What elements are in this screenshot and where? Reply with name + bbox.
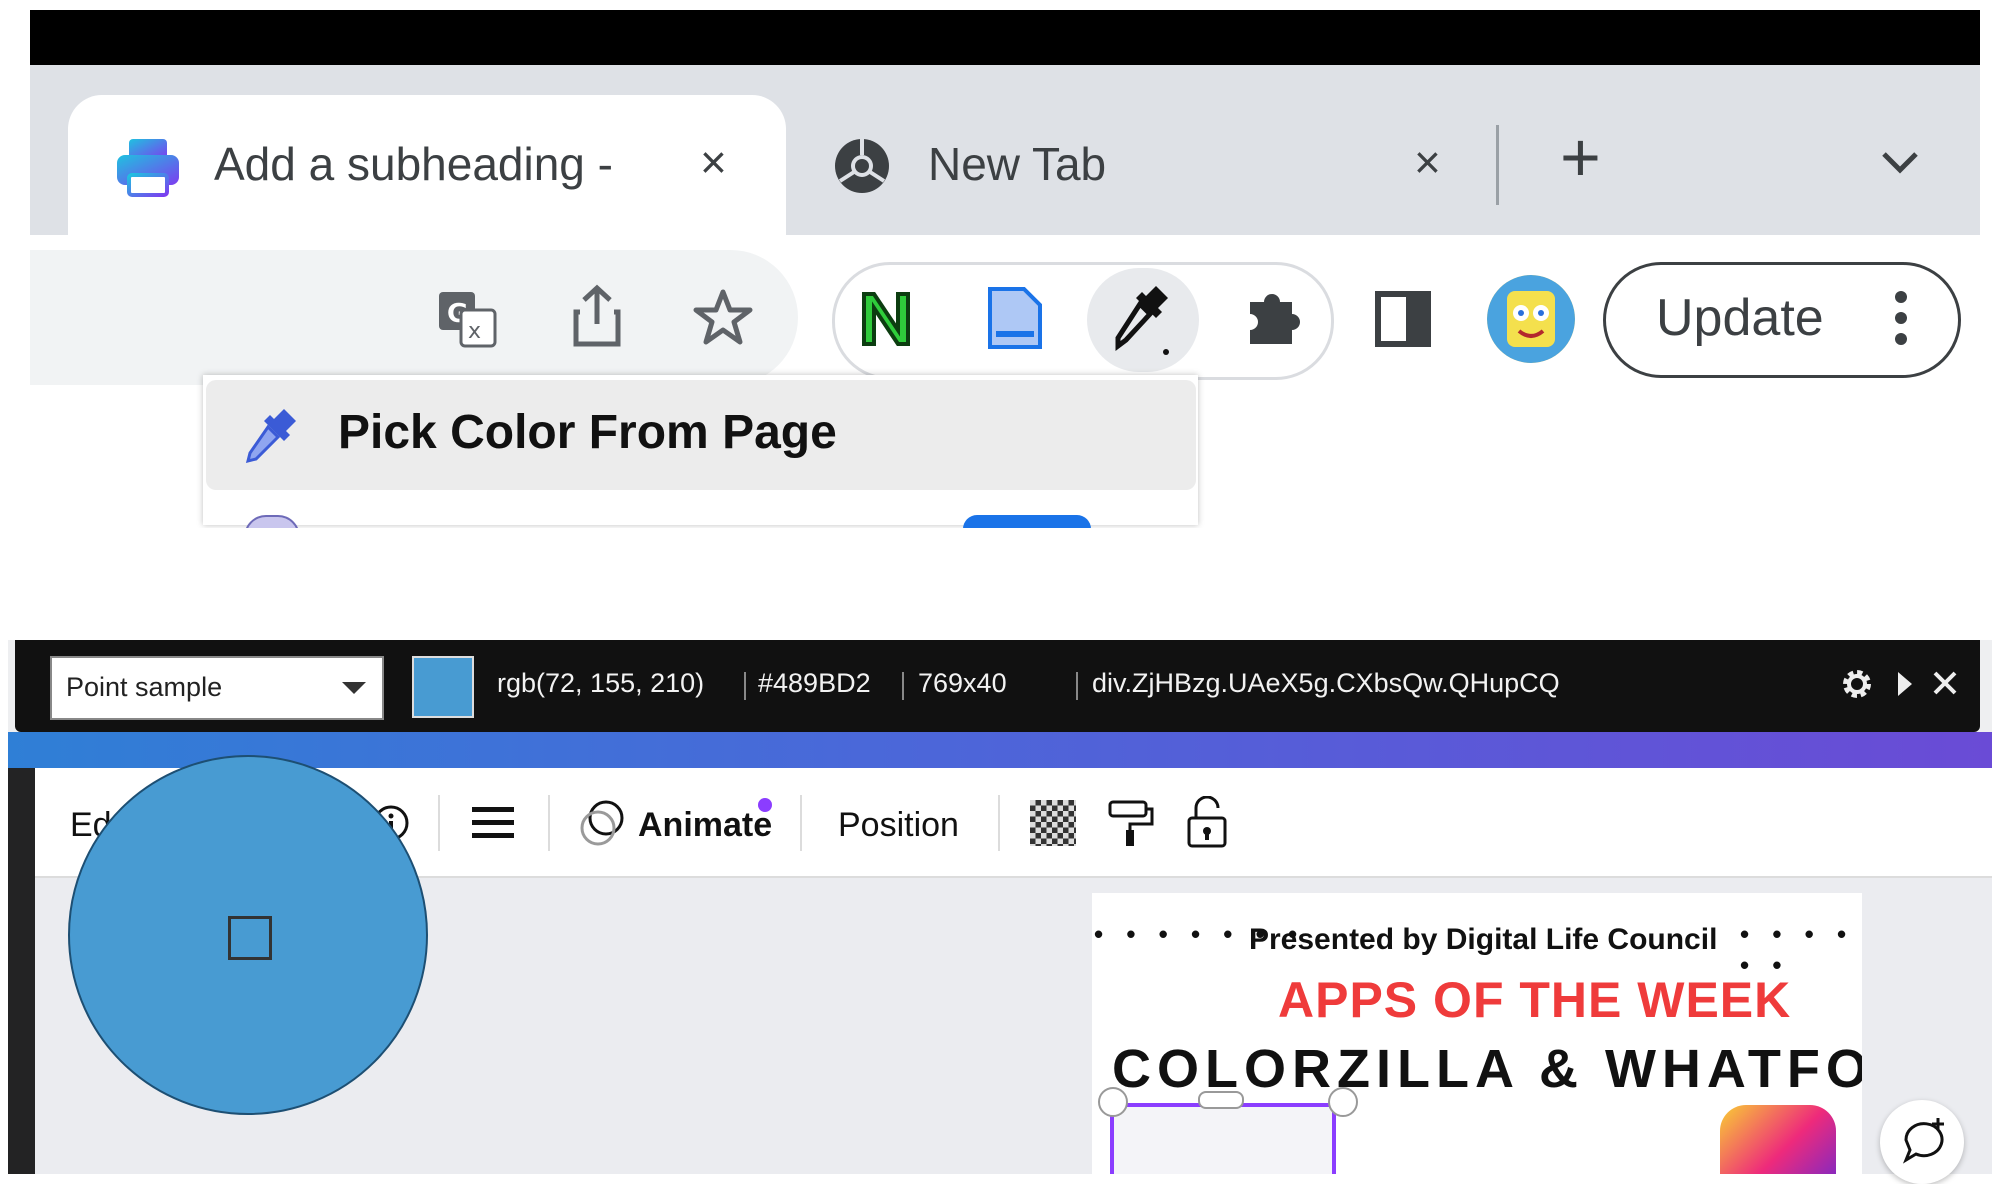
toolbar-divider [800,795,802,851]
animate-icon[interactable] [580,798,624,848]
puzzle-extensions-icon[interactable] [1242,286,1302,348]
tab-close-icon[interactable]: × [700,139,727,185]
selection-handle[interactable] [1098,1087,1128,1117]
chevron-down-icon[interactable] [1880,150,1920,176]
avatar[interactable] [1487,275,1575,363]
value-separator [744,672,746,700]
sample-mode-select[interactable]: Point sample [50,656,384,720]
gear-icon[interactable] [1838,665,1876,703]
tab-close-icon[interactable]: × [1414,139,1441,185]
selection-handle[interactable] [1328,1087,1358,1117]
value-separator [902,672,904,700]
top-crop-mask [0,528,1992,640]
close-icon[interactable] [1930,668,1960,698]
toolbar-divider [998,795,1000,851]
value-separator [1076,672,1078,700]
css-selector-value[interactable]: div.ZjHBzg.UAeX5g.CXbsQw.QHupCQ [1092,668,1560,699]
instagram-logo-icon [1720,1105,1836,1174]
transparency-icon[interactable] [1030,800,1076,846]
translate-icon[interactable]: G x [437,290,497,348]
canva-header-gradient [8,732,1992,768]
embedded-screenshot-image[interactable] [1110,1103,1336,1174]
canva-print-icon [115,137,181,197]
document-extension-icon[interactable] [986,285,1044,351]
add-comment-icon [1900,1116,1948,1164]
menu-item-partial-badge [963,515,1091,529]
eyedropper-icon [242,405,300,465]
tab-title-active: Add a subheading - [214,138,613,190]
lock-icon[interactable] [1186,795,1228,848]
notion-n-extension-icon[interactable] [858,288,914,348]
svg-text:x: x [468,319,481,344]
caret-down-icon [342,682,366,694]
design-page[interactable]: • • • • • • • Presented by Digital Life … [1092,893,1862,1174]
play-arrow-icon[interactable] [1898,672,1912,696]
color-swatch [412,656,474,718]
toolbar-divider [548,795,550,851]
headline-text: APPS OF THE WEEK [1278,972,1792,1028]
spacing-lines-icon[interactable] [472,805,514,841]
paint-roller-icon[interactable] [1106,798,1154,848]
more-menu-icon[interactable] [1894,290,1908,346]
presented-by-text: Presented by Digital Life Council [1249,923,1718,956]
element-size-value: 769x40 [918,668,1007,698]
bookmark-star-icon[interactable] [692,288,754,348]
magnifier-target-square [228,916,272,960]
selection-handle[interactable] [1198,1091,1244,1109]
menu-item-label: Pick Color From Page [338,406,837,459]
tab-divider [1496,125,1499,205]
toolbar-divider [438,795,440,851]
side-panel-icon[interactable] [1374,290,1432,348]
update-button-label: Update [1656,289,1824,347]
canva-side-rail [8,768,35,1174]
rgb-value[interactable]: rgb(72, 155, 210) [497,668,704,699]
new-tab-button[interactable]: + [1560,122,1601,192]
address-bar[interactable] [30,250,798,385]
share-icon[interactable] [572,284,622,348]
sample-mode-value: Point sample [66,672,223,702]
tab-title-new-tab[interactable]: New Tab [928,137,1228,197]
window-top-bar [30,10,1980,65]
animate-notification-dot [758,798,772,812]
chrome-icon [832,136,892,196]
position-button[interactable]: Position [838,806,959,845]
colorzilla-eyedropper-icon[interactable] [1112,282,1172,358]
animate-button[interactable]: Animate [638,806,772,845]
hex-value[interactable]: #489BD2 [758,668,871,699]
